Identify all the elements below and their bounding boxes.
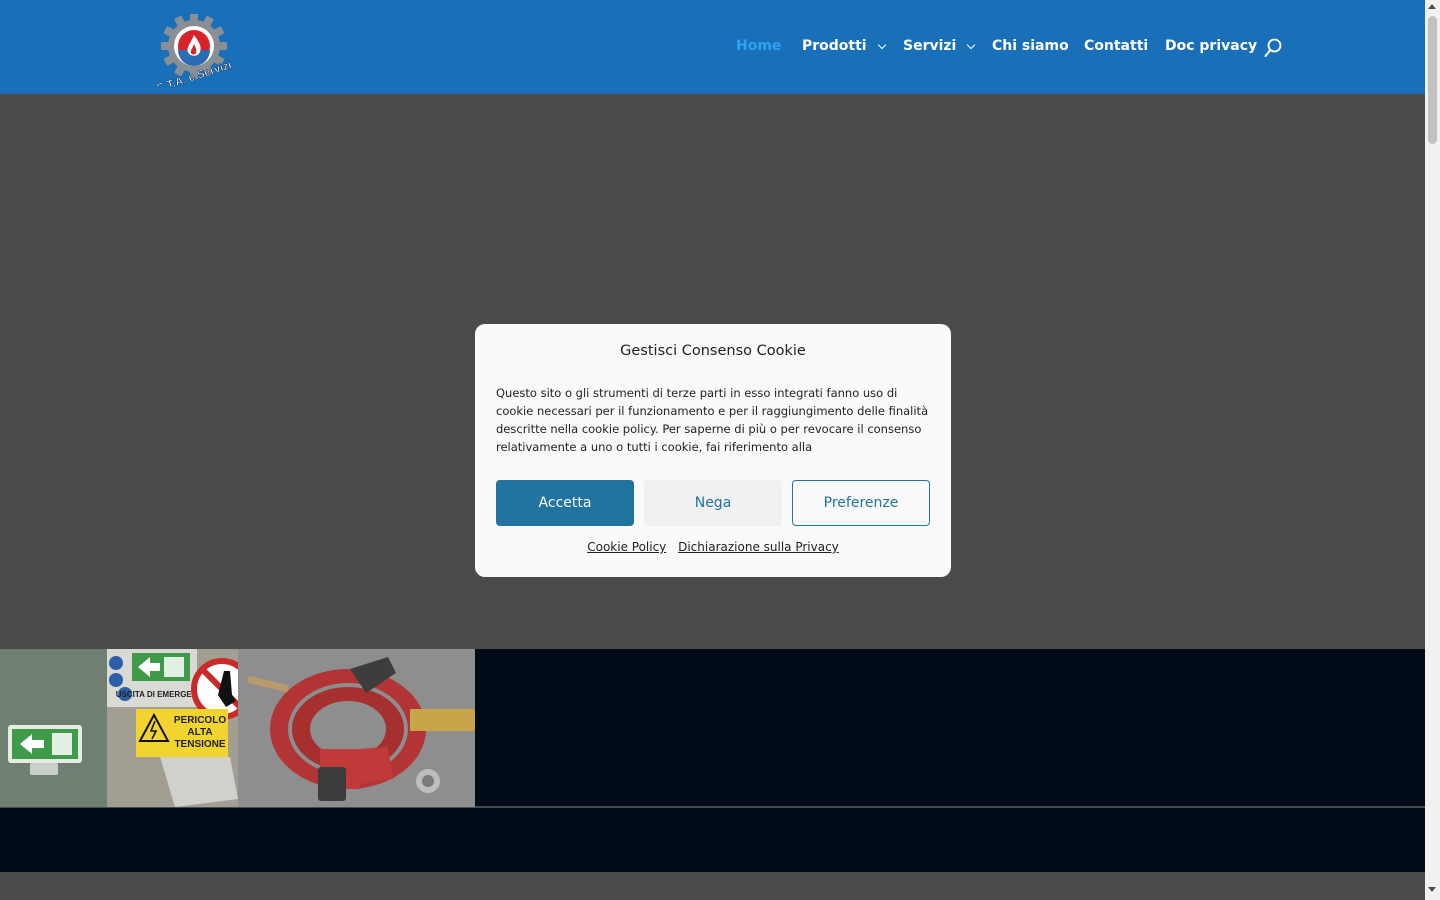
logo-icon[interactable]: S.T.A. e Servizi (154, 14, 234, 86)
chevron-down-icon (877, 40, 886, 49)
nav-prodotti-label: Prodotti (802, 38, 867, 54)
nav-servizi[interactable]: Servizi (903, 38, 976, 54)
chevron-down-icon (967, 40, 976, 49)
cookie-consent-modal: Gestisci Consenso Cookie Questo sito o g… (475, 324, 951, 577)
nav-home-label: Home (736, 38, 782, 54)
nav-contatti[interactable]: Contatti (1084, 38, 1148, 54)
image-strip: USCITA DI EMERGENZA PERICOLO ALTA TENSIO… (0, 649, 1425, 807)
page-scrollbar[interactable] (1425, 0, 1440, 900)
cookie-policy-link[interactable]: Cookie Policy (587, 540, 666, 554)
scroll-thumb[interactable] (1428, 16, 1437, 144)
deny-button[interactable]: Nega (644, 480, 782, 526)
privacy-statement-link[interactable]: Dichiarazione sulla Privacy (678, 540, 839, 554)
svg-text:PERICOLO: PERICOLO (174, 715, 226, 726)
nav-chi-siamo[interactable]: Chi siamo (992, 38, 1069, 54)
svg-text:ALTA: ALTA (187, 727, 212, 738)
fire-hose-image (238, 649, 475, 807)
site-header: S.T.A. e Servizi Home Prodotti Servizi C… (0, 0, 1425, 94)
nav-chi-siamo-label: Chi siamo (992, 38, 1069, 54)
preferences-button[interactable]: Preferenze (792, 480, 930, 526)
safety-signs-image: USCITA DI EMERGENZA PERICOLO ALTA TENSIO… (0, 649, 238, 807)
bottom-section (0, 872, 1425, 900)
nav-servizi-label: Servizi (903, 38, 957, 54)
scroll-down-icon[interactable] (1428, 887, 1436, 892)
nav-prodotti[interactable]: Prodotti (802, 38, 886, 54)
nav-contatti-label: Contatti (1084, 38, 1149, 54)
dark-section (0, 808, 1425, 872)
nav-home[interactable]: Home (736, 38, 781, 54)
nav-doc-privacy[interactable]: Doc privacy (1165, 38, 1257, 54)
cookie-modal-title: Gestisci Consenso Cookie (620, 343, 806, 359)
svg-text:TENSIONE: TENSIONE (174, 739, 225, 750)
cookie-modal-links: Cookie Policy Dichiarazione sulla Privac… (475, 540, 951, 554)
accept-button[interactable]: Accetta (496, 480, 634, 526)
cookie-modal-body: Questo sito o gli strumenti di terze par… (496, 386, 929, 454)
scroll-up-icon[interactable] (1428, 4, 1436, 9)
nav-doc-privacy-label: Doc privacy (1165, 38, 1258, 54)
search-icon[interactable] (1264, 38, 1282, 58)
